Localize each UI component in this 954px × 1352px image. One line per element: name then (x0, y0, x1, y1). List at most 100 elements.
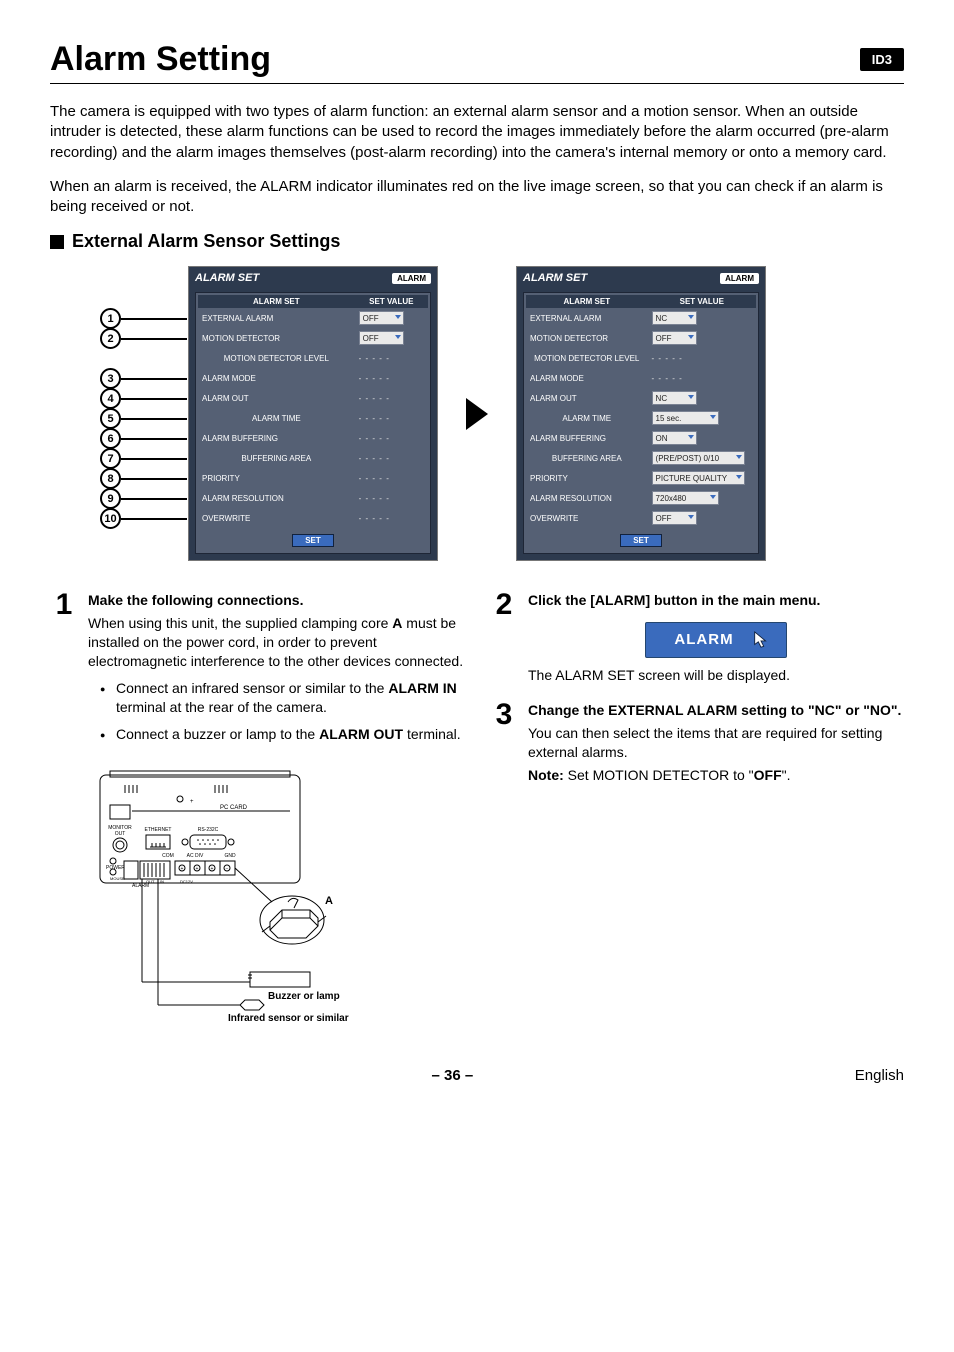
callout-line (121, 438, 187, 440)
row-value: - - - - - (355, 368, 428, 388)
callout-line (121, 518, 187, 520)
label-buzzer: Buzzer or lamp (268, 991, 340, 1002)
row-label: ALARM RESOLUTION (526, 488, 648, 508)
svg-text:IN: IN (160, 879, 164, 884)
alarm-button[interactable]: ALARM (645, 622, 786, 658)
callout: 4 (100, 388, 187, 409)
intro-paragraph-2: When an alarm is received, the ALARM ind… (50, 177, 904, 218)
disabled-value: - - - - - (359, 434, 390, 443)
row-value: PICTURE QUALITY (648, 468, 756, 488)
disabled-value: - - - - - (359, 374, 390, 383)
row-value: OFF (355, 328, 428, 348)
disabled-value: - - - - - (359, 394, 390, 403)
row-label: BUFFERING AREA (198, 448, 355, 468)
callout-line (121, 458, 187, 460)
svg-text:OUT: OUT (146, 879, 155, 884)
row-label: MOTION DETECTOR LEVEL (198, 348, 355, 368)
row-value: - - - - - (355, 408, 428, 428)
callout: 5 (100, 408, 187, 429)
callout: 9 (100, 488, 187, 509)
callout-line (121, 498, 187, 500)
row-value: - - - - - (355, 488, 428, 508)
dropdown[interactable]: OFF (359, 311, 404, 325)
row-value: OFF (355, 308, 428, 328)
callout: 3 (100, 368, 187, 389)
row-value: - - - - - (648, 368, 756, 388)
row-label: ALARM TIME (198, 408, 355, 428)
row-value: NC (648, 388, 756, 408)
svg-text:ETHERNET: ETHERNET (145, 827, 172, 833)
callout-number: 9 (100, 488, 121, 509)
set-button[interactable]: SET (292, 534, 334, 547)
svg-text:AC DIV: AC DIV (187, 853, 204, 859)
callout: 1 (100, 308, 187, 329)
dropdown[interactable]: NC (652, 311, 697, 325)
svg-text:OUT: OUT (115, 831, 126, 837)
callout: 10 (100, 508, 187, 529)
disabled-value: - - - - - (359, 414, 390, 423)
dropdown[interactable]: (PRE/POST) 0/10 (652, 451, 745, 465)
row-label: MOTION DETECTOR (526, 328, 648, 348)
disabled-value: - - - - - (652, 354, 683, 363)
row-label: BUFFERING AREA (526, 448, 648, 468)
row-label: PRIORITY (198, 468, 355, 488)
label-a: A (325, 895, 333, 907)
row-value: ON (648, 428, 756, 448)
screenshot-left: ALARM SET ALARM ALARM SET SET VALUE EXTE… (188, 266, 438, 561)
row-label: MOTION DETECTOR LEVEL (526, 348, 648, 368)
dropdown[interactable]: NC (652, 391, 697, 405)
dropdown[interactable]: ON (652, 431, 697, 445)
row-label: EXTERNAL ALARM (198, 308, 355, 328)
svg-text:−: − (226, 866, 229, 872)
row-value: - - - - - (355, 468, 428, 488)
svg-text:+: + (181, 866, 184, 872)
page-title: Alarm Setting (50, 40, 271, 79)
dropdown[interactable]: OFF (652, 331, 697, 345)
arrow-right-icon (466, 398, 488, 430)
screenshot-title: ALARM SET (195, 272, 259, 284)
callout-number: 5 (100, 408, 121, 429)
svg-text:MOUSE: MOUSE (110, 876, 125, 881)
step2-result: The ALARM SET screen will be displayed. (528, 666, 904, 685)
callout-number: 2 (100, 328, 121, 349)
step1-paragraph: When using this unit, the supplied clamp… (88, 614, 464, 671)
row-value: (PRE/POST) 0/10 (648, 448, 756, 468)
row-label: EXTERNAL ALARM (526, 308, 648, 328)
step-number: 3 (490, 701, 518, 785)
callout-line (121, 378, 187, 380)
svg-text:+: + (190, 799, 194, 805)
bullet-square-icon (50, 235, 64, 249)
step-title: Make the following connections. (88, 591, 464, 610)
row-value: - - - - - (355, 348, 428, 368)
svg-text:GND: GND (224, 853, 236, 859)
callout-line (121, 338, 187, 340)
callout-number: 3 (100, 368, 121, 389)
callout-number: 7 (100, 448, 121, 469)
dropdown[interactable]: 15 sec. (652, 411, 719, 425)
dropdown[interactable]: OFF (359, 331, 404, 345)
bullet-item: Connect a buzzer or lamp to the ALARM OU… (104, 725, 464, 744)
pc-card-label: PC CARD (220, 805, 248, 811)
dropdown[interactable]: 720x480 (652, 491, 719, 505)
svg-text:+: + (211, 866, 214, 872)
col-header-2: SET VALUE (355, 295, 428, 308)
svg-text:RS-232C: RS-232C (198, 827, 219, 833)
page-number: – 36 – (432, 1067, 474, 1084)
row-label: ALARM BUFFERING (526, 428, 648, 448)
camera-rear-diagram: + PC CARD MONITOR OUT ETHERNET RS-232C (80, 767, 420, 1027)
step-number: 1 (50, 591, 78, 751)
row-label: ALARM MODE (198, 368, 355, 388)
step-title: Change the EXTERNAL ALARM setting to "NC… (528, 701, 904, 720)
disabled-value: - - - - - (359, 494, 390, 503)
row-label: MOTION DETECTOR (198, 328, 355, 348)
screenshot-title: ALARM SET (523, 272, 587, 284)
step-title: Click the [ALARM] button in the main men… (528, 591, 904, 610)
col-header-1: ALARM SET (198, 295, 355, 308)
col-header-2: SET VALUE (648, 295, 756, 308)
alarm-badge: ALARM (392, 273, 431, 284)
callout: 6 (100, 428, 187, 449)
set-button[interactable]: SET (620, 534, 662, 547)
disabled-value: - - - - - (359, 454, 390, 463)
dropdown[interactable]: PICTURE QUALITY (652, 471, 745, 485)
dropdown[interactable]: OFF (652, 511, 697, 525)
